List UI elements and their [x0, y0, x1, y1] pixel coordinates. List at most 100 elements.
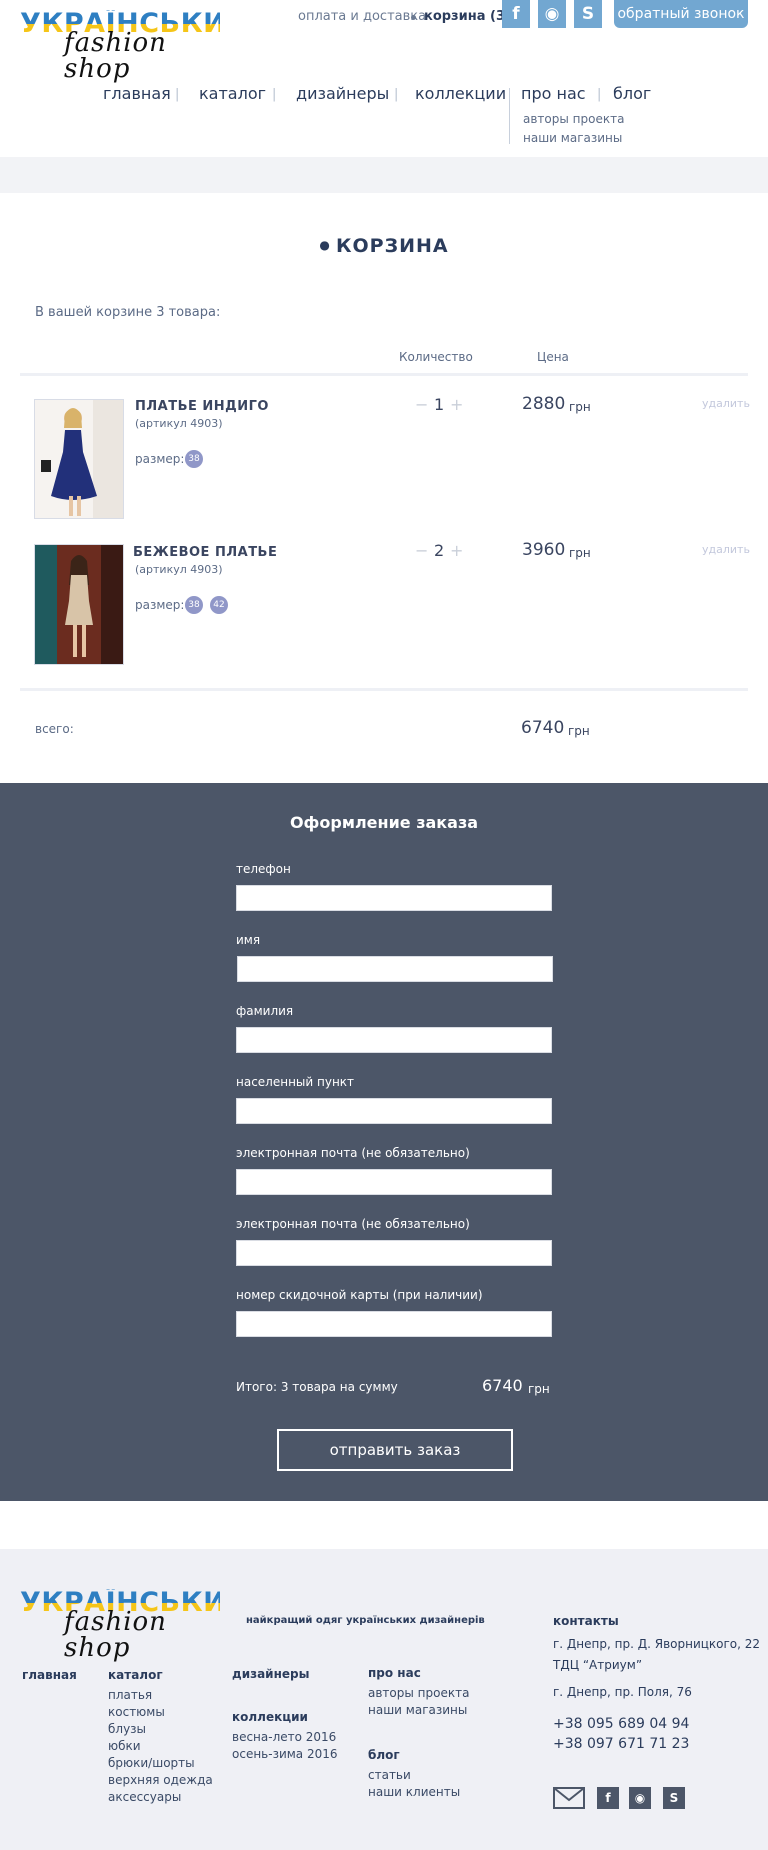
submenu-authors[interactable]: авторы проекта — [523, 112, 624, 126]
footer-about-item[interactable]: авторы проекта — [368, 1685, 469, 1702]
footer-catalog-item[interactable]: аксессуары — [108, 1789, 213, 1806]
city-field[interactable] — [236, 1098, 552, 1124]
footer-about-item[interactable]: наши магазины — [368, 1702, 469, 1719]
order-title: Оформление заказа — [289, 813, 479, 832]
product-name[interactable]: БЕЖЕВОЕ ПЛАТЬЕ — [133, 545, 277, 560]
name-field[interactable] — [237, 956, 553, 982]
footer-catalog-item[interactable]: брюки/шорты — [108, 1755, 213, 1772]
footer-catalog-item[interactable]: юбки — [108, 1738, 213, 1755]
dress-photo-icon — [35, 400, 123, 518]
email-field[interactable] — [236, 1169, 552, 1195]
submit-order-button[interactable]: отправить заказ — [277, 1429, 513, 1471]
size-chip[interactable]: 42 — [210, 596, 228, 614]
field-label-phone: телефон — [236, 862, 291, 876]
submenu-shops[interactable]: наши магазины — [523, 131, 622, 145]
footer-catalog-title[interactable]: каталог — [108, 1668, 163, 1682]
surname-field[interactable] — [236, 1027, 552, 1053]
column-qty: Количество — [399, 350, 473, 364]
instagram-icon[interactable]: ◉ — [629, 1787, 651, 1809]
product-photo[interactable] — [34, 399, 124, 519]
qty-increase-button[interactable]: + — [450, 395, 463, 414]
qty-value[interactable]: 1 — [434, 395, 444, 414]
skype-icon[interactable]: S — [574, 0, 602, 28]
footer-address-1a: г. Днепр, пр. Д. Яворницкого, 22 — [553, 1637, 761, 1651]
instagram-icon[interactable]: ◉ — [538, 0, 566, 28]
footer-address-1b: ТДЦ “Атриум” — [553, 1658, 643, 1672]
footer-catalog-item[interactable]: верхняя одежда — [108, 1772, 213, 1789]
footer-catalog-item[interactable]: костюмы — [108, 1704, 213, 1721]
footer-designers-link[interactable]: дизайнеры — [232, 1667, 309, 1681]
footer-blog-item[interactable]: наши клиенты — [368, 1784, 460, 1801]
phone-field[interactable] — [236, 885, 552, 911]
delete-item-link[interactable]: удалить — [702, 397, 750, 410]
order-sum-value: 6740 — [482, 1376, 523, 1395]
field-label-discount-card: номер скидочной карты (при наличии) — [236, 1288, 483, 1302]
nav-separator: | — [597, 87, 602, 102]
email-field-2[interactable] — [236, 1240, 552, 1266]
footer-logo[interactable]: УКРАЇНСЬКИЙ fashion shop — [20, 1589, 249, 1661]
qty-decrease-button[interactable]: − — [415, 395, 428, 414]
total-currency: грн — [568, 724, 590, 738]
callback-button[interactable]: обратный звонок — [614, 0, 748, 28]
column-price: Цена — [537, 350, 569, 364]
qty-value[interactable]: 2 — [434, 541, 444, 560]
size-label: размер: — [135, 598, 185, 612]
page-title: КОРЗИНА — [335, 235, 449, 257]
dot-separator — [411, 15, 416, 20]
logo-bottom-text: fashion shop — [64, 28, 167, 84]
nav-designers[interactable]: дизайнеры — [296, 84, 389, 103]
footer-contacts-title: контакты — [553, 1614, 619, 1628]
footer-collection-item[interactable]: осень-зима 2016 — [232, 1746, 338, 1763]
size-chip[interactable]: 38 — [185, 450, 203, 468]
qty-increase-button[interactable]: + — [450, 541, 463, 560]
logo[interactable]: УКРАЇНСЬКИЙ fashion shop — [20, 10, 249, 82]
facebook-icon[interactable]: f — [597, 1787, 619, 1809]
nav-collections[interactable]: коллекции — [415, 84, 506, 103]
delete-item-link[interactable]: удалить — [702, 543, 750, 556]
footer-catalog-item[interactable]: блузы — [108, 1721, 213, 1738]
field-label-email-2: электронная почта (не обязательно) — [236, 1217, 470, 1231]
footer-blog-title[interactable]: блог — [368, 1748, 400, 1762]
facebook-icon[interactable]: f — [502, 0, 530, 28]
nav-separator: | — [272, 87, 277, 102]
footer-phone-2[interactable]: +38 097 671 71 23 — [553, 1734, 689, 1754]
nav-about[interactable]: про нас — [521, 84, 586, 103]
qty-decrease-button[interactable]: − — [415, 541, 428, 560]
mail-icon[interactable] — [553, 1787, 585, 1809]
logo-bottom-text: fashion shop — [64, 1607, 167, 1663]
footer-catalog-item[interactable]: платья — [108, 1687, 213, 1704]
footer-address-2: г. Днепр, пр. Поля, 76 — [553, 1685, 692, 1699]
product-photo[interactable] — [34, 544, 124, 665]
cart-divider — [20, 688, 748, 691]
order-form: Оформление заказа телефон имя фамилия на… — [0, 783, 768, 1501]
footer-about-list: авторы проекта наши магазины — [368, 1685, 469, 1719]
footer-collections-title[interactable]: коллекции — [232, 1710, 308, 1724]
nav-home[interactable]: главная — [103, 84, 171, 103]
size-chip[interactable]: 38 — [185, 596, 203, 614]
nav-catalog[interactable]: каталог — [199, 84, 266, 103]
field-label-name: имя — [236, 933, 261, 947]
discount-card-field[interactable] — [236, 1311, 552, 1337]
footer-about-title[interactable]: про нас — [368, 1666, 421, 1680]
item-price: 2880 — [522, 394, 566, 414]
footer: УКРАЇНСЬКИЙ fashion shop найкращий одяг … — [0, 1549, 768, 1850]
footer-catalog-list: платья костюмы блузы юбки брюки/шорты ве… — [108, 1687, 213, 1806]
skype-icon[interactable]: S — [663, 1787, 685, 1809]
footer-collection-item[interactable]: весна-лето 2016 — [232, 1729, 338, 1746]
order-sum-text: Итого: 3 товара на сумму — [236, 1380, 398, 1394]
nav-blog[interactable]: блог — [613, 84, 651, 103]
field-label-surname: фамилия — [236, 1004, 294, 1018]
product-article: (артикул 4903) — [135, 563, 223, 576]
footer-phone-1[interactable]: +38 095 689 04 94 — [553, 1714, 689, 1734]
cart-link[interactable]: корзина (3) — [424, 9, 511, 24]
product-name[interactable]: ПЛАТЬЕ ИНДИГО — [135, 399, 269, 414]
delivery-link[interactable]: оплата и доставка — [298, 9, 426, 24]
field-label-city: населенный пункт — [236, 1075, 355, 1089]
product-article: (артикул 4903) — [135, 417, 223, 430]
cart-item: БЕЖЕВОЕ ПЛАТЬЕ (артикул 4903) размер: 38… — [0, 540, 768, 671]
bullet: ● — [319, 238, 331, 252]
footer-blog-item[interactable]: статьи — [368, 1767, 460, 1784]
footer-home-link[interactable]: главная — [22, 1668, 77, 1682]
footer-tagline: найкращий одяг українських дизайнерів — [246, 1615, 485, 1626]
total-value: 6740 — [521, 718, 565, 738]
